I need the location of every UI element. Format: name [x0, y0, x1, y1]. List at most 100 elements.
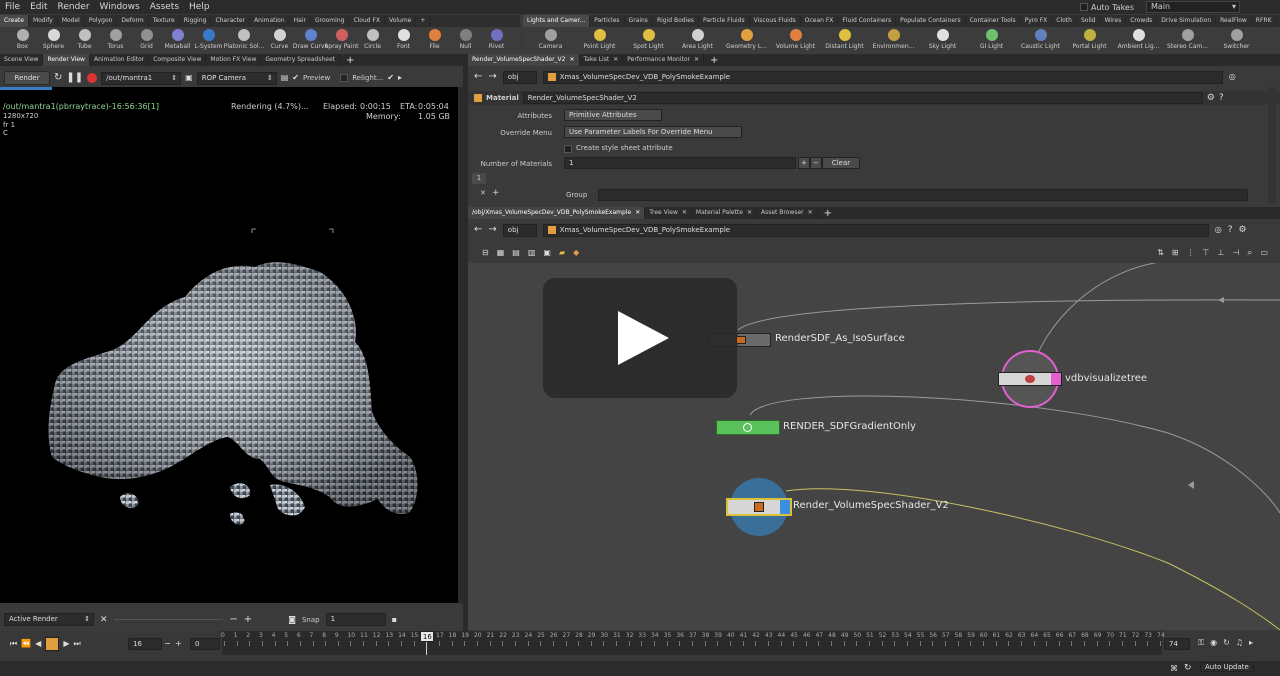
tab-render-view[interactable]: Render View [43, 54, 90, 66]
shelf-tab-texture[interactable]: Texture [149, 15, 180, 27]
shelf-tab-populate-containers[interactable]: Populate Containers [896, 15, 966, 27]
list-icon[interactable]: ▦ [497, 247, 505, 259]
attributes-dropdown[interactable]: Primitive Attributes [564, 109, 662, 121]
snapshot-icon[interactable]: ▤ [281, 72, 289, 84]
stop-button[interactable] [45, 637, 60, 651]
menu-help[interactable]: Help [184, 2, 215, 12]
video-play-overlay[interactable] [543, 278, 737, 398]
shelf-tool-portal-light[interactable]: Portal Light [1066, 27, 1113, 55]
shelf-tool-l-system[interactable]: L-System [194, 27, 223, 55]
gear-icon[interactable]: ⚙ [1207, 92, 1215, 104]
shelf-tool-geometry-l[interactable]: Geometry L... [723, 27, 770, 55]
close-icon[interactable]: ✕ [747, 207, 752, 219]
shelf-add-tab-button[interactable]: + [416, 15, 431, 27]
step-back-icon[interactable]: ⏪ [21, 638, 31, 650]
shelf-tool-gi-light[interactable]: GI Light [968, 27, 1015, 55]
forward-arrow-icon[interactable]: → [488, 71, 496, 83]
shelf-tab-cloth[interactable]: Cloth [1052, 15, 1077, 27]
play-reverse-icon[interactable]: ◀ [35, 638, 41, 650]
shelf-tab-realflow[interactable]: RealFlow [1216, 15, 1252, 27]
forward-arrow-icon[interactable]: → [488, 224, 496, 236]
tab-asset-browser[interactable]: Asset Browser ✕ [757, 207, 818, 219]
desktop-selector[interactable]: Main [1146, 1, 1240, 13]
shelf-tab-solid[interactable]: Solid [1077, 15, 1101, 27]
refresh-icon[interactable]: ↻ [54, 72, 62, 84]
pin-icon[interactable]: ◎ [1215, 224, 1222, 236]
shelf-tab-polygon[interactable]: Polygon [85, 15, 118, 27]
auto-takes-checkbox[interactable] [1080, 3, 1088, 11]
relight-checkbox[interactable] [340, 74, 349, 82]
shelf-tab-model[interactable]: Model [58, 15, 85, 27]
param-path-field[interactable]: Xmas_VolumeSpecDev_VDB_PolySmokeExample [542, 70, 1223, 84]
update-icon[interactable]: ⌘ [1170, 663, 1178, 675]
help-icon[interactable]: ? [1228, 224, 1233, 236]
jump-end-icon[interactable]: ⏭ [73, 638, 80, 650]
shelf-tab-viscous-fluids[interactable]: Viscous Fluids [750, 15, 801, 27]
image-icon[interactable]: ▪ [392, 614, 397, 626]
shelf-tab-ocean-fx[interactable]: Ocean FX [801, 15, 839, 27]
jump-start-icon[interactable]: ⏮ [10, 638, 17, 650]
shelf-tab-grains[interactable]: Grains [625, 15, 653, 27]
minus-icon[interactable]: − [229, 614, 237, 626]
close-icon[interactable]: ✕ [694, 54, 699, 66]
menu-arrow-icon[interactable]: ▸ [398, 72, 402, 84]
shelf-tool-caustic-light[interactable]: Caustic Light [1017, 27, 1064, 55]
shelf-tool-tube[interactable]: Tube [70, 27, 99, 55]
menu-windows[interactable]: Windows [95, 2, 145, 12]
override-menu-dropdown[interactable]: Use Parameter Labels For Override Menu [564, 126, 742, 138]
menu-edit[interactable]: Edit [25, 2, 52, 12]
frame-minus-icon[interactable]: − [164, 638, 171, 650]
shelf-tab-rigging[interactable]: Rigging [180, 15, 212, 27]
material-name-field[interactable]: Render_VolumeSpecShader_V2 [522, 92, 1203, 104]
relight-label[interactable]: Relight... [352, 74, 383, 82]
shelf-tool-torus[interactable]: Torus [101, 27, 130, 55]
node-render-volumespecshader[interactable] [726, 498, 792, 516]
shelf-tab-particles[interactable]: Particles [590, 15, 625, 27]
shelf-tool-metaball[interactable]: Metaball [163, 27, 192, 55]
layout-icon[interactable]: ▤ [512, 247, 520, 259]
tab-material-palette[interactable]: Material Palette ✕ [692, 207, 757, 219]
shelf-tool-area-light[interactable]: Area Light [674, 27, 721, 55]
options-icon[interactable]: ▸ [1249, 637, 1253, 649]
menu-render[interactable]: Render [53, 2, 95, 12]
shelf-tab-particle-fluids[interactable]: Particle Fluids [699, 15, 750, 27]
shelf-tool-platonic-sol[interactable]: Platonic Sol... [224, 27, 264, 55]
display-options-icon[interactable]: ▭ [1260, 247, 1268, 259]
shelf-tool-distant-light[interactable]: Distant Light [821, 27, 868, 55]
network-image-icon[interactable]: ▣ [543, 247, 551, 259]
shelf-tab-grooming[interactable]: Grooming [311, 15, 350, 27]
tab-tree-view[interactable]: Tree View ✕ [645, 207, 692, 219]
shelf-tool-curve[interactable]: Curve [265, 27, 294, 55]
realtime-icon[interactable]: ◉ [1210, 637, 1217, 649]
shelf-tab-lights-and-camer[interactable]: Lights and Camer... [523, 15, 591, 27]
tab-take-list[interactable]: Take List ✕ [580, 54, 624, 66]
loop-icon[interactable]: ↻ [1223, 637, 1230, 649]
style-sheet-checkbox[interactable] [564, 145, 572, 153]
shelf-tool-box[interactable]: Box [8, 27, 37, 55]
pause-icon[interactable]: ❚❚ [66, 72, 83, 84]
shelf-tool-rivet[interactable]: Rivet [482, 27, 511, 55]
snap-field[interactable]: 1 [325, 613, 386, 626]
clear-button[interactable]: Clear [822, 157, 860, 169]
param-scrollbar[interactable] [1268, 87, 1276, 203]
audio-icon[interactable]: ♫ [1236, 637, 1243, 649]
timeline[interactable]: 0123456789101112131415161718192021222324… [221, 631, 1165, 655]
plus-icon[interactable]: + [244, 614, 252, 626]
tab-animation-editor[interactable]: Animation Editor [90, 54, 150, 66]
stop-icon[interactable] [87, 73, 98, 83]
shelf-tab-animation[interactable]: Animation [250, 15, 290, 27]
tab-composite-view[interactable]: Composite View [149, 54, 207, 66]
pin-icon[interactable]: ▣ [185, 72, 193, 84]
pin-icon[interactable]: ◎ [1229, 71, 1236, 83]
network-tool-2-icon[interactable]: ⊞ [1172, 247, 1179, 259]
slider-track[interactable] [113, 619, 224, 620]
shelf-tab-rfrk[interactable]: RFRK [1252, 15, 1277, 27]
network-tool-1-icon[interactable]: ⇅ [1157, 247, 1164, 259]
shelf-tool-draw-curve[interactable]: Draw Curve [293, 27, 328, 55]
timeline-cursor[interactable]: 16 [420, 631, 435, 642]
close-icon[interactable]: ✕ [100, 614, 108, 626]
start-frame-field[interactable]: 0 [190, 638, 220, 650]
shelf-tab-character[interactable]: Character [211, 15, 251, 27]
close-icon[interactable]: ✕ [682, 207, 687, 219]
shelf-tab-wires[interactable]: Wires [1101, 15, 1127, 27]
